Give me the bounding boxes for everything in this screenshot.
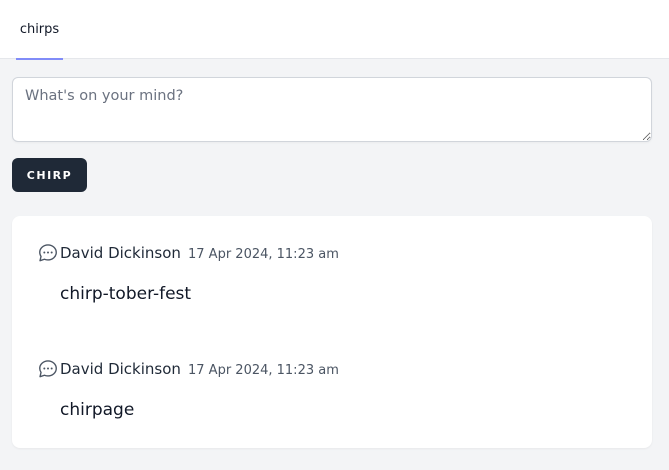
chirp-message: chirpage xyxy=(60,400,135,420)
chirp-timestamp: 17 Apr 2024, 11:23 am xyxy=(188,247,339,262)
chat-bubble-icon xyxy=(39,360,57,378)
chirp-timestamp: 17 Apr 2024, 11:23 am xyxy=(188,363,339,378)
chirp-feed: David Dickinson 17 Apr 2024, 11:23 am ch… xyxy=(12,216,652,448)
chirp-meta: David Dickinson 17 Apr 2024, 11:23 am xyxy=(60,359,339,378)
chirp-meta: David Dickinson 17 Apr 2024, 11:23 am xyxy=(60,243,339,262)
chirp-message: chirp-tober-fest xyxy=(60,284,192,304)
chirp-submit-button[interactable]: CHIRP xyxy=(12,158,87,192)
chirp-item: David Dickinson 17 Apr 2024, 11:23 am ch… xyxy=(12,216,652,332)
chirp-item: David Dickinson 17 Apr 2024, 11:23 am ch… xyxy=(12,332,652,448)
nav-tab-chirps[interactable]: chirps xyxy=(16,0,63,60)
chat-bubble-icon xyxy=(39,244,57,262)
chirp-message-input[interactable] xyxy=(12,77,652,142)
top-navigation: chirps xyxy=(0,0,669,60)
chirp-author: David Dickinson xyxy=(60,244,181,262)
chirp-author: David Dickinson xyxy=(60,360,181,378)
